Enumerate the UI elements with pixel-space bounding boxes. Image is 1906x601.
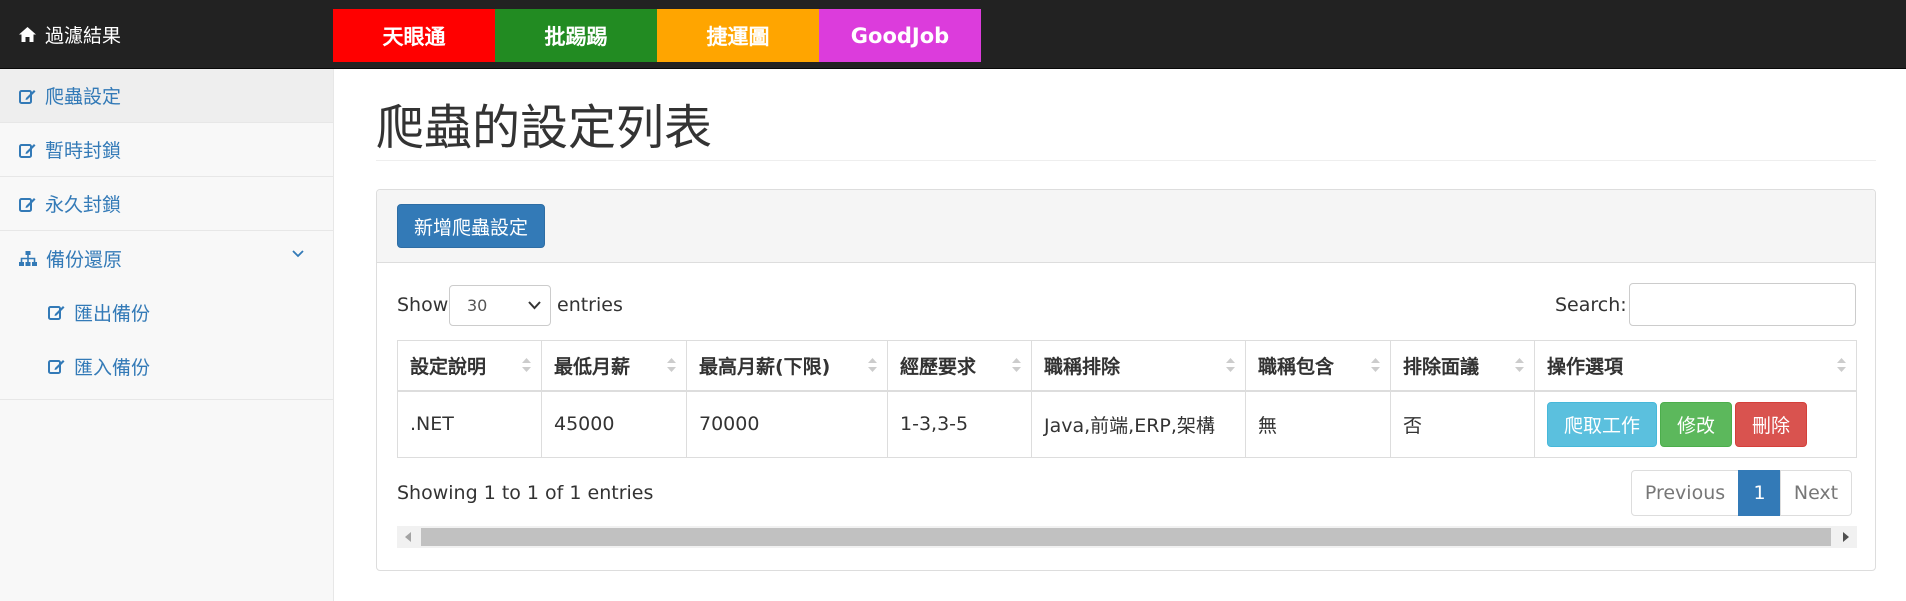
show-label: Show: [397, 294, 449, 316]
column-header[interactable]: 職稱包含: [1245, 340, 1391, 392]
column-header-label: 經歷要求: [900, 355, 977, 378]
column-header-label: 排除面議: [1403, 355, 1480, 378]
page-1-button[interactable]: 1: [1738, 470, 1781, 516]
sort-icon: [522, 358, 531, 372]
edit-icon: [48, 360, 65, 374]
crawl-jobs-button[interactable]: 爬取工作: [1547, 401, 1657, 447]
column-header[interactable]: 最高月薪(下限): [686, 340, 888, 392]
tab-label: 捷運圖: [706, 24, 770, 49]
table-cell: 否: [1390, 390, 1535, 458]
sort-icon: [868, 358, 877, 372]
sidebar-group-backup: 備份還原 匯出備份 匯入備份: [0, 231, 333, 400]
settings-panel: 新增爬蟲設定 Show 30 entries Search: 設定說明 最低月薪…: [376, 189, 1876, 571]
table-header-row: 設定說明 最低月薪 最高月薪(下限) 經歷要求 職稱排除 職稱包含 排除面議 操…: [397, 340, 1857, 392]
sidebar-item-label: 匯出備份: [74, 302, 151, 325]
table-cell: 1-3,3-5: [887, 390, 1032, 458]
tab-label: GoodJob: [850, 23, 950, 48]
page-title: 爬蟲的設定列表: [376, 100, 713, 156]
search-label: Search:: [1555, 294, 1627, 316]
sidebar-item-label: 備份還原: [46, 248, 123, 271]
sort-icon: [1371, 358, 1380, 372]
sidebar-item-import-backup[interactable]: 匯入備份: [0, 339, 333, 393]
top-tabs: 天眼通 批踢踢 捷運圖 GoodJob: [333, 9, 981, 62]
previous-page-button[interactable]: Previous: [1631, 470, 1739, 516]
sidebar-item-label: 匯入備份: [74, 356, 151, 379]
sidebar-item-temp-block[interactable]: 暫時封鎖: [0, 123, 333, 177]
column-header[interactable]: 經歷要求: [887, 340, 1032, 392]
sort-icon: [1515, 358, 1524, 372]
brand-link[interactable]: 過濾結果: [19, 0, 121, 68]
column-header[interactable]: 最低月薪: [541, 340, 687, 392]
column-header[interactable]: 排除面議: [1390, 340, 1535, 392]
tab-ptt[interactable]: 批踢踢: [495, 9, 657, 62]
sidebar-item-label: 永久封鎖: [45, 194, 122, 216]
column-header-label: 最低月薪: [554, 355, 631, 378]
table-cell: 70000: [686, 390, 888, 458]
settings-table: 設定說明 最低月薪 最高月薪(下限) 經歷要求 職稱排除 職稱包含 排除面議 操…: [397, 340, 1857, 458]
scroll-left-icon[interactable]: [405, 532, 411, 542]
edit-icon: [19, 143, 36, 158]
sidebar-item-label: 暫時封鎖: [45, 140, 122, 162]
column-header-label: 設定說明: [410, 355, 487, 378]
sort-icon: [1226, 358, 1235, 372]
table-cell: .NET: [397, 390, 542, 458]
panel-heading: 新增爬蟲設定: [377, 190, 1875, 263]
page-length-select[interactable]: 30: [449, 285, 551, 326]
chevron-down-icon: [528, 301, 541, 310]
sidebar: 爬蟲設定 暫時封鎖 永久封鎖 備份還原 匯出備份 匯入備份: [0, 69, 334, 601]
delete-button[interactable]: 刪除: [1735, 401, 1807, 447]
sort-icon: [667, 358, 676, 372]
tab-goodjob[interactable]: GoodJob: [819, 9, 981, 62]
page-length-value: 30: [467, 296, 488, 315]
column-header-label: 職稱包含: [1258, 355, 1335, 378]
sidebar-item-crawler-settings[interactable]: 爬蟲設定: [0, 69, 333, 123]
table-info: Showing 1 to 1 of 1 entries: [397, 482, 654, 504]
tab-label: 天眼通: [382, 24, 446, 49]
column-header[interactable]: 職稱排除: [1031, 340, 1246, 392]
column-header[interactable]: 設定說明: [397, 340, 542, 392]
column-header-label: 操作選項: [1547, 355, 1624, 378]
search-input[interactable]: [1629, 283, 1856, 326]
sort-icon: [1012, 358, 1021, 372]
sort-icon: [1837, 358, 1846, 372]
sidebar-item-backup-restore[interactable]: 備份還原: [0, 231, 333, 285]
table-row: .NET 45000 70000 1-3,3-5 Java,前端,ERP,架構 …: [397, 390, 1857, 458]
column-header-label: 職稱排除: [1044, 355, 1121, 378]
horizontal-scrollbar[interactable]: [397, 526, 1857, 548]
scrollbar-thumb[interactable]: [421, 528, 1831, 546]
tab-label: 批踢踢: [544, 24, 608, 49]
chevron-down-icon: [292, 250, 304, 258]
edit-icon: [48, 306, 65, 320]
table-cell: 45000: [541, 390, 687, 458]
top-navbar: 過濾結果 天眼通 批踢踢 捷運圖 GoodJob: [0, 0, 1906, 69]
pagination: Previous 1 Next: [1631, 470, 1852, 516]
next-page-button[interactable]: Next: [1780, 470, 1852, 516]
sidebar-item-label: 爬蟲設定: [45, 86, 122, 108]
table-cell: 無: [1245, 390, 1391, 458]
tab-tianyantong[interactable]: 天眼通: [333, 9, 495, 62]
table-cell: Java,前端,ERP,架構: [1031, 390, 1246, 458]
column-header-label: 最高月薪(下限): [699, 355, 831, 378]
scroll-right-icon[interactable]: [1843, 532, 1849, 542]
edit-button[interactable]: 修改: [1660, 401, 1732, 447]
actions-cell: 爬取工作 修改 刪除: [1534, 390, 1857, 458]
sidebar-item-export-backup[interactable]: 匯出備份: [0, 285, 333, 339]
edit-icon: [19, 89, 36, 104]
sidebar-item-perm-block[interactable]: 永久封鎖: [0, 177, 333, 231]
sitemap-icon: [19, 250, 37, 266]
title-divider: [376, 160, 1876, 161]
entries-label: entries: [557, 294, 623, 316]
tab-mrt-map[interactable]: 捷運圖: [657, 9, 819, 62]
edit-icon: [19, 197, 36, 212]
brand-label: 過濾結果: [45, 24, 122, 47]
home-icon: [19, 26, 36, 42]
add-crawler-setting-button[interactable]: 新增爬蟲設定: [397, 204, 545, 248]
column-header[interactable]: 操作選項: [1534, 340, 1857, 392]
